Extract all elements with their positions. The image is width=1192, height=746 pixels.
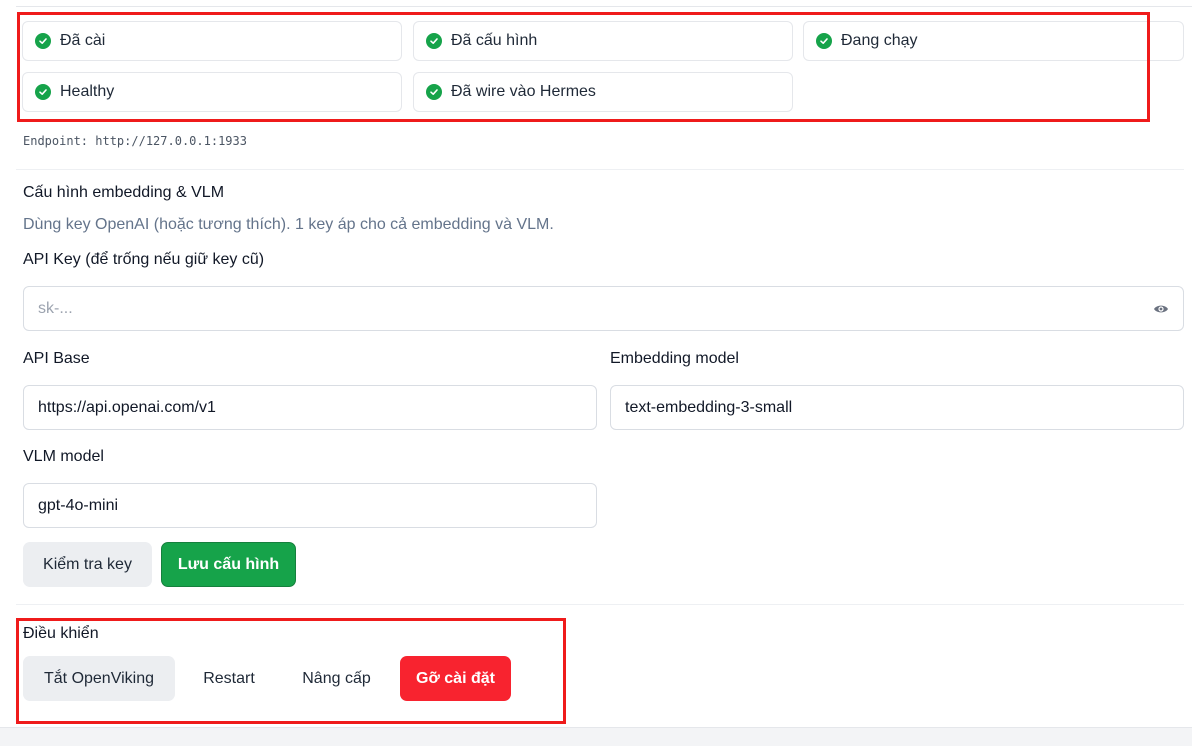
top-divider xyxy=(16,6,1192,7)
eye-icon[interactable] xyxy=(1153,302,1169,316)
openviking-settings-page: Đã cài Đã cấu hình Đang chạy Healthy Đã … xyxy=(0,0,1192,746)
restart-button[interactable]: Restart xyxy=(187,656,271,701)
check-circle-icon xyxy=(426,84,442,100)
section-divider xyxy=(16,169,1184,170)
status-chip-label: Healthy xyxy=(60,83,115,100)
bottom-bar xyxy=(0,727,1192,746)
status-chip-label: Đã cấu hình xyxy=(451,32,538,49)
uninstall-button[interactable]: Gỡ cài đặt xyxy=(400,656,511,701)
api-base-input[interactable]: https://api.openai.com/v1 xyxy=(23,385,597,430)
api-key-label: API Key (để trống nếu giữ key cũ) xyxy=(23,251,265,268)
api-base-value: https://api.openai.com/v1 xyxy=(38,398,216,416)
vlm-model-value: gpt-4o-mini xyxy=(38,496,119,514)
config-section-description: Dùng key OpenAI (hoặc tương thích). 1 ke… xyxy=(23,216,554,233)
api-key-input[interactable]: sk-... xyxy=(23,286,1184,331)
check-circle-icon xyxy=(426,33,442,49)
endpoint-text: Endpoint: http://127.0.0.1:1933 xyxy=(23,134,247,148)
check-circle-icon xyxy=(816,33,832,49)
check-circle-icon xyxy=(35,84,51,100)
api-base-label: API Base xyxy=(23,350,90,367)
config-section-title: Cấu hình embedding & VLM xyxy=(23,184,225,201)
section-divider xyxy=(16,604,1184,605)
embedding-model-label: Embedding model xyxy=(610,350,739,367)
status-chip-healthy: Healthy xyxy=(22,72,402,112)
status-chip-label: Đã cài xyxy=(60,32,106,49)
status-chip-running: Đang chạy xyxy=(803,21,1184,61)
status-chip-label: Đã wire vào Hermes xyxy=(451,83,596,100)
vlm-model-label: VLM model xyxy=(23,448,104,465)
embedding-model-value: text-embedding-3-small xyxy=(625,398,793,416)
save-config-button[interactable]: Lưu cấu hình xyxy=(161,542,296,587)
vlm-model-input[interactable]: gpt-4o-mini xyxy=(23,483,597,528)
stop-openviking-button[interactable]: Tắt OpenViking xyxy=(23,656,175,701)
controls-section-title: Điều khiển xyxy=(23,625,99,642)
api-key-placeholder: sk-... xyxy=(38,299,73,317)
embedding-model-input[interactable]: text-embedding-3-small xyxy=(610,385,1184,430)
status-chip-installed: Đã cài xyxy=(22,21,402,61)
upgrade-button[interactable]: Nâng cấp xyxy=(286,656,387,701)
status-chip-wired: Đã wire vào Hermes xyxy=(413,72,793,112)
status-chip-label: Đang chạy xyxy=(841,32,918,49)
test-key-button[interactable]: Kiểm tra key xyxy=(23,542,152,587)
status-chip-configured: Đã cấu hình xyxy=(413,21,793,61)
check-circle-icon xyxy=(35,33,51,49)
